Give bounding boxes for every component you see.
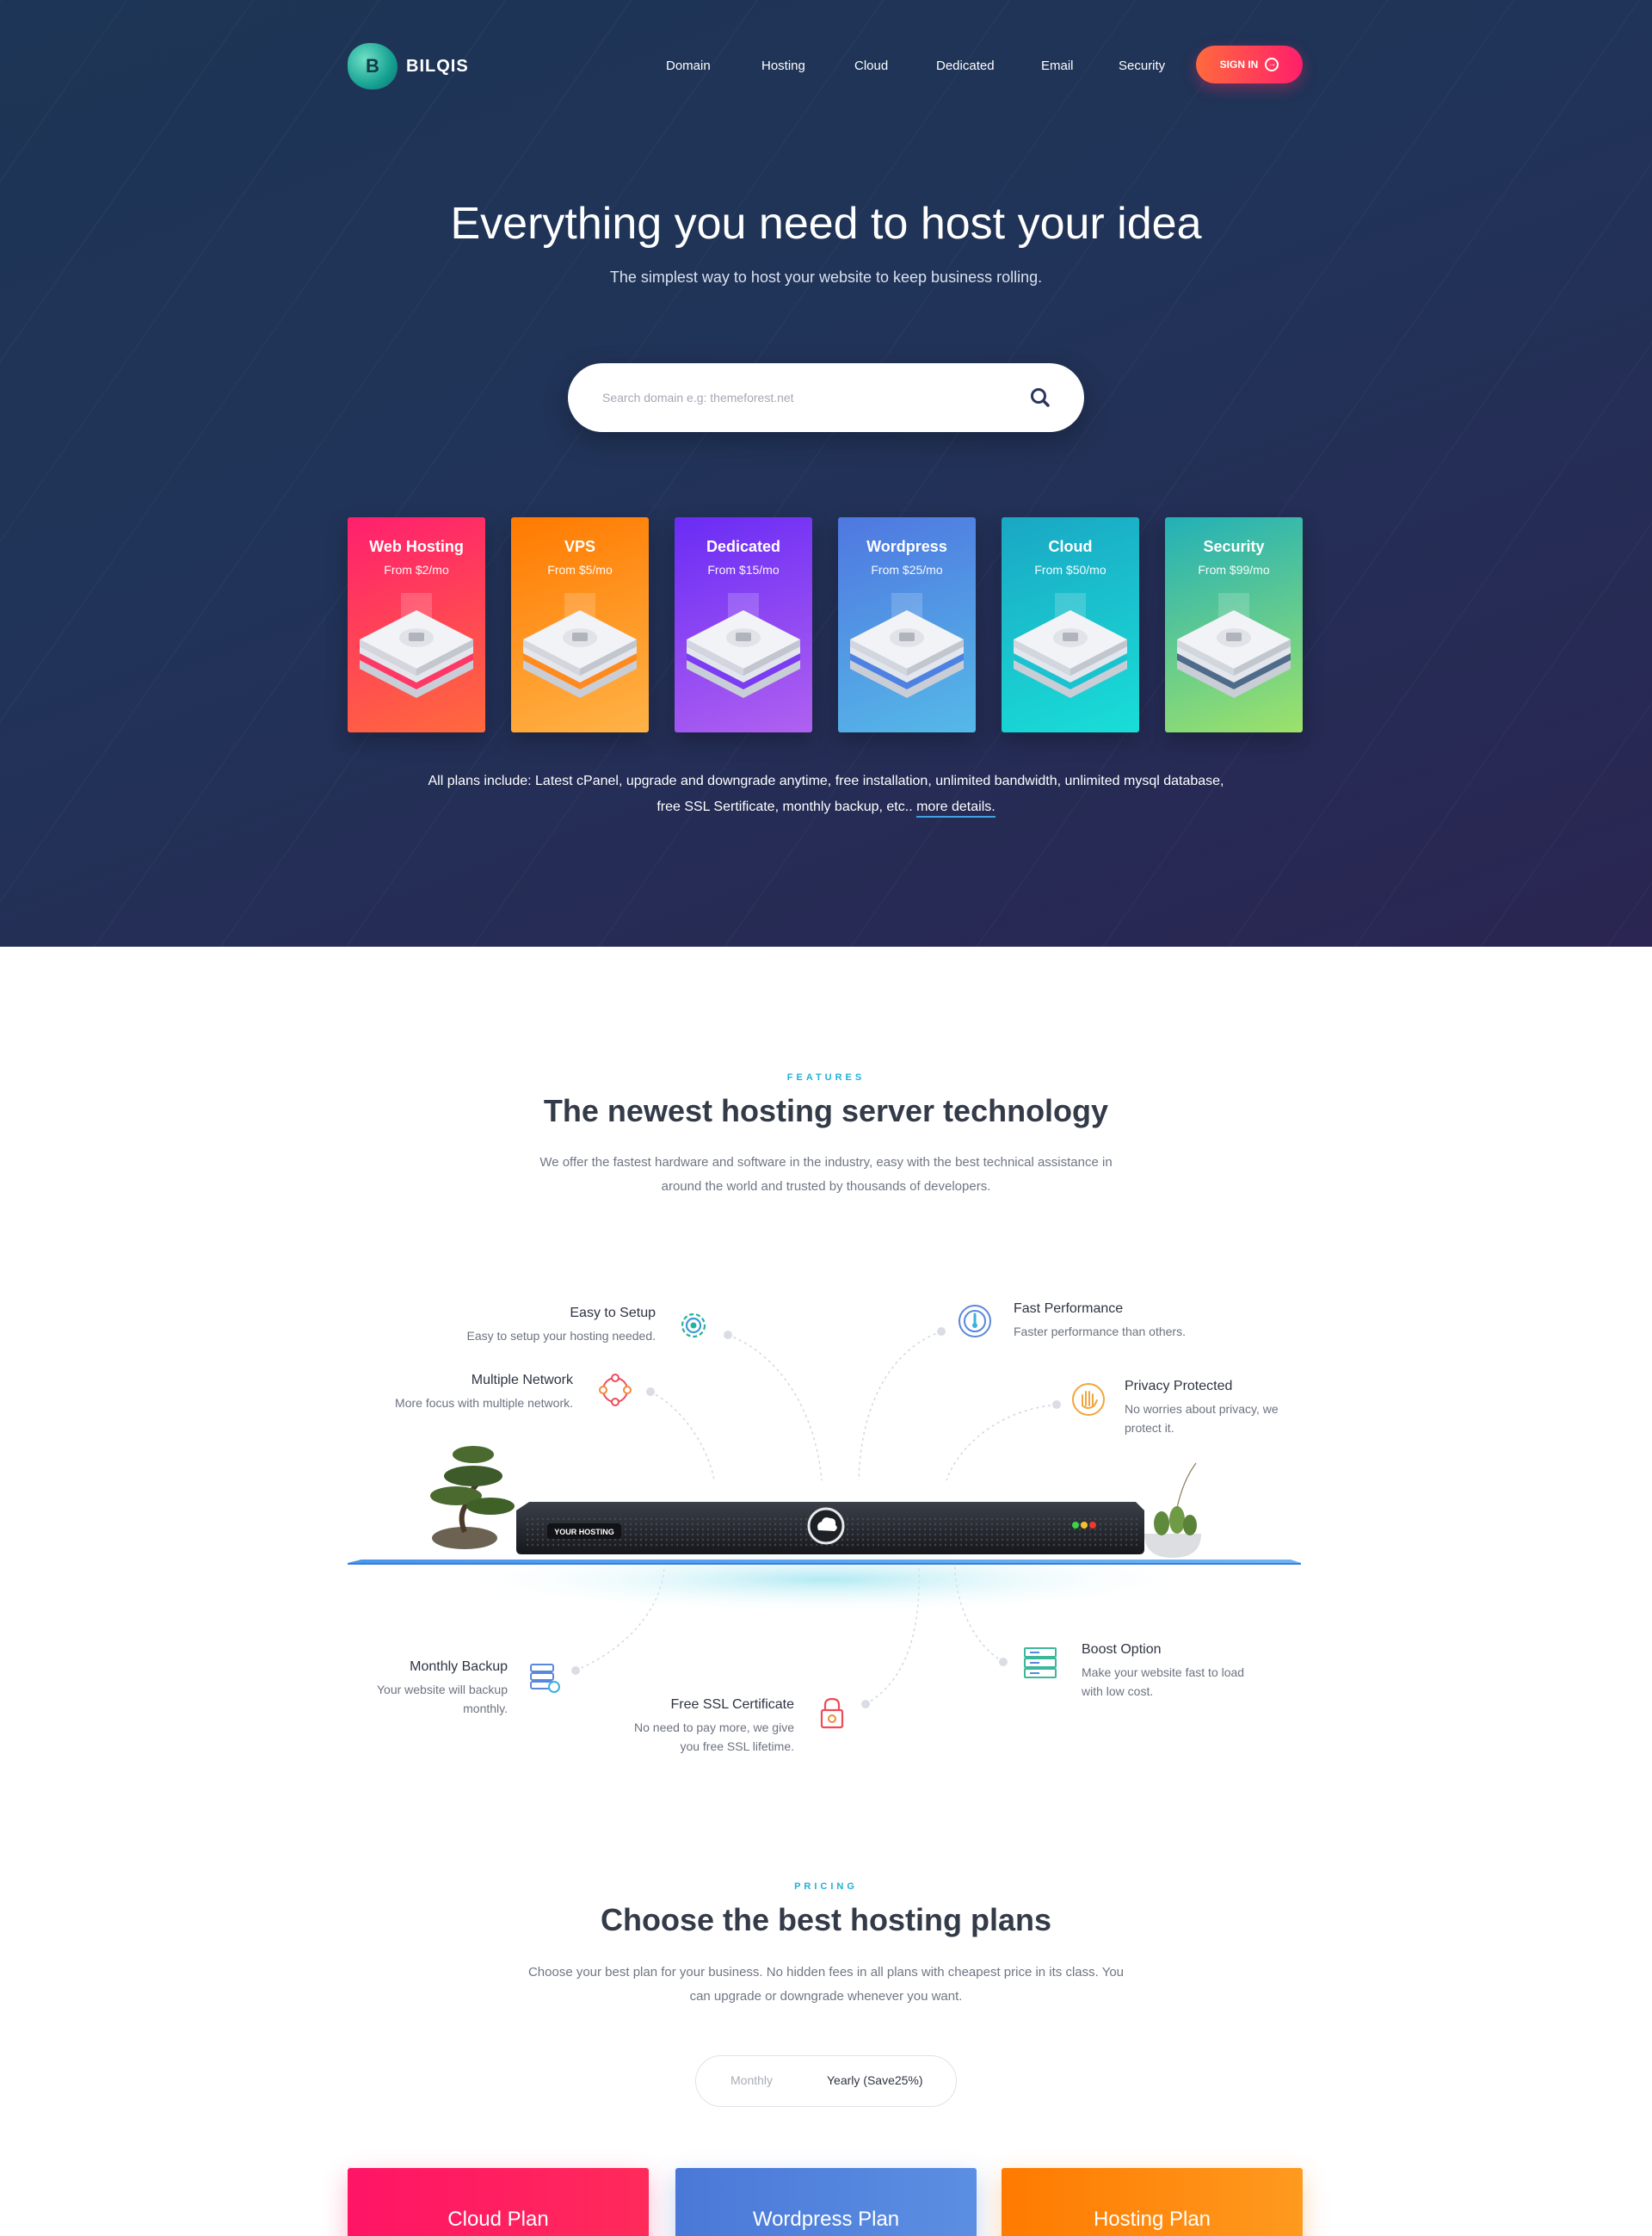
feature-desc-line2: you free SSL lifetime.: [680, 1739, 794, 1753]
connector-dot: [571, 1666, 580, 1675]
feature-desc: Your website will backup monthly.: [344, 1680, 508, 1718]
feature-title: Fast Performance: [1014, 1301, 1124, 1316]
billing-period-toggle: Monthly Yearly (Save25%): [695, 2055, 957, 2107]
feature-fast-performance: Fast Performance Faster performance than…: [1014, 1301, 1272, 1341]
feature-title: Easy to Setup: [570, 1306, 656, 1320]
pricing-description: Choose your best plan for your business.…: [465, 1961, 1187, 2009]
potted-plant-illustration: [1144, 1462, 1201, 1558]
feature-easy-setup: Easy to Setup Easy to setup your hosting…: [396, 1306, 656, 1345]
feature-desc-line2: monthly.: [463, 1702, 508, 1715]
pricing-desc-line2: can upgrade or downgrade whenever you wa…: [689, 1989, 963, 2004]
server-boost-icon: [1024, 1647, 1057, 1678]
bonsai-tree-illustration: [430, 1446, 515, 1549]
feature-boost-option: Boost Option Make your website fast to l…: [1082, 1642, 1288, 1701]
feature-desc-line1: Make your website fast to load: [1082, 1665, 1245, 1679]
connector-dot: [1052, 1400, 1061, 1409]
pricing-eyebrow: PRICING: [794, 1881, 858, 1892]
feature-title: Privacy Protected: [1125, 1379, 1233, 1393]
connector-dot: [999, 1658, 1008, 1666]
feature-connectors: [575, 1331, 1057, 1705]
padlock-icon: [820, 1697, 844, 1729]
feature-monthly-backup: Monthly Backup Your website will backup m…: [344, 1659, 508, 1718]
speedometer-icon: [959, 1305, 991, 1337]
feature-title: Boost Option: [1082, 1642, 1162, 1657]
plan-card-wordpress[interactable]: Wordpress Plan: [675, 2168, 977, 2236]
gear-icon: [681, 1313, 706, 1338]
feature-desc-line1: No need to pay more, we give: [634, 1720, 794, 1734]
feature-title: Multiple Network: [471, 1373, 573, 1387]
plan-name: Cloud Plan: [447, 2208, 549, 2231]
feature-desc-line2: with low cost.: [1082, 1684, 1154, 1698]
feature-desc: No need to pay more, we give you free SSL…: [568, 1718, 794, 1756]
network-icon: [599, 1374, 632, 1406]
feature-desc: Make your website fast to load with low c…: [1082, 1663, 1288, 1701]
toggle-yearly[interactable]: Yearly (Save25%): [827, 2073, 923, 2087]
connector-dot: [724, 1331, 732, 1339]
feature-desc: More focus with multiple network.: [395, 1396, 573, 1410]
feature-desc-line1: Your website will backup: [376, 1683, 508, 1696]
feature-desc-line1: No worries about privacy, we: [1125, 1402, 1279, 1416]
toggle-monthly[interactable]: Monthly: [730, 2073, 773, 2087]
server-label: YOUR HOSTING: [554, 1528, 614, 1536]
pricing-title: Choose the best hosting plans: [600, 1902, 1052, 1937]
plan-card-cloud[interactable]: Cloud Plan: [348, 2168, 649, 2236]
connector-dot: [861, 1700, 870, 1708]
plan-card-hosting[interactable]: Hosting Plan: [1002, 2168, 1303, 2236]
connector-dot: [937, 1327, 946, 1336]
hand-shield-icon: [1072, 1383, 1105, 1416]
database-backup-icon: [530, 1664, 560, 1693]
feature-title: Monthly Backup: [410, 1659, 508, 1674]
pricing-desc-line1: Choose your best plan for your business.…: [527, 1965, 1125, 1980]
feature-free-ssl: Free SSL Certificate No need to pay more…: [568, 1697, 794, 1756]
feature-multiple-network: Multiple Network More focus with multipl…: [327, 1373, 573, 1412]
feature-title: Free SSL Certificate: [670, 1697, 794, 1712]
feature-desc: Easy to setup your hosting needed.: [466, 1329, 656, 1343]
page: B BILQIS Domain Hosting Cloud Dedicated …: [0, 0, 1652, 2236]
server-illustration: YOUR HOSTING: [348, 1446, 1301, 1614]
plan-name: Hosting Plan: [1093, 2208, 1211, 2231]
feature-desc: Faster performance than others.: [1014, 1325, 1186, 1338]
plan-name: Wordpress Plan: [752, 2208, 900, 2231]
connector-dot: [646, 1387, 655, 1396]
